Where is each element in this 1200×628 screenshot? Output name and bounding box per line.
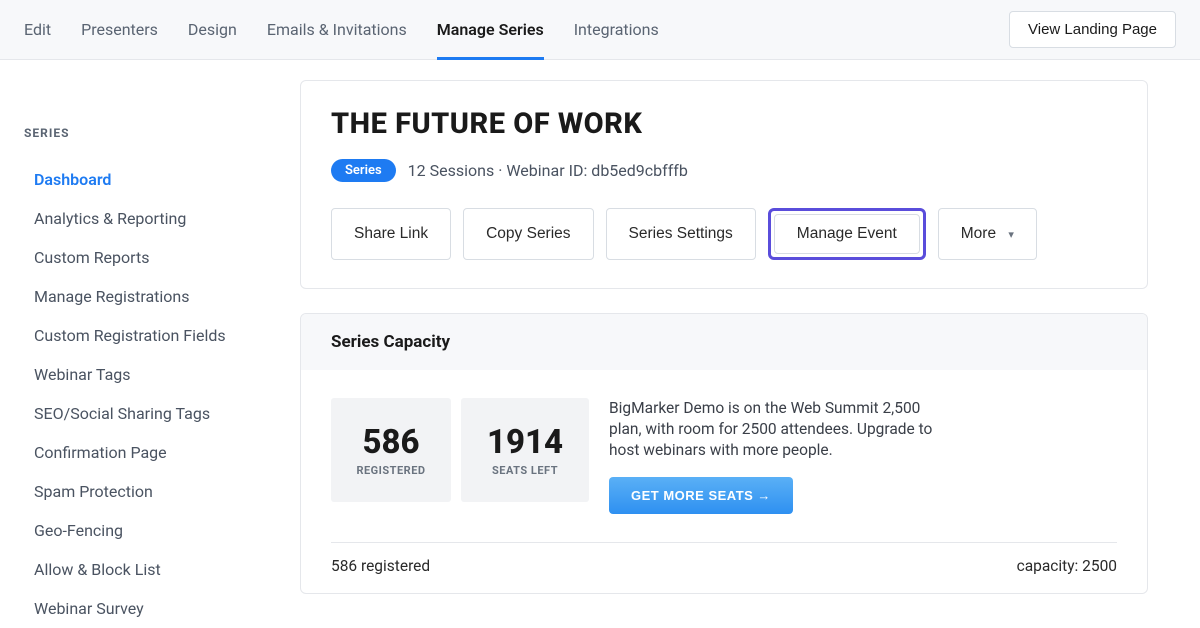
series-capacity-card: Series Capacity 586 REGISTERED 1914 SEAT…	[300, 313, 1148, 594]
sidebar: SERIES Dashboard Analytics & Reporting C…	[0, 80, 300, 628]
tab-manage-series[interactable]: Manage Series	[437, 0, 544, 60]
main-content: THE FUTURE OF WORK Series 12 Sessions · …	[300, 80, 1200, 628]
registered-count: 586	[362, 423, 419, 462]
more-button[interactable]: More ▾	[938, 208, 1037, 260]
tab-integrations[interactable]: Integrations	[574, 0, 659, 60]
footer-capacity: capacity: 2500	[1017, 557, 1117, 575]
capacity-row: 586 REGISTERED 1914 SEATS LEFT BigMarker…	[331, 398, 1117, 514]
tab-edit[interactable]: Edit	[24, 0, 51, 60]
tab-presenters[interactable]: Presenters	[81, 0, 158, 60]
sidebar-item-seo-sharing-tags[interactable]: SEO/Social Sharing Tags	[24, 394, 276, 433]
sidebar-item-spam-protection[interactable]: Spam Protection	[24, 472, 276, 511]
sidebar-item-analytics[interactable]: Analytics & Reporting	[24, 199, 276, 238]
sidebar-item-confirmation-page[interactable]: Confirmation Page	[24, 433, 276, 472]
tab-design[interactable]: Design	[188, 0, 237, 60]
chevron-down-icon: ▾	[1008, 229, 1014, 241]
top-tabs: Edit Presenters Design Emails & Invitati…	[24, 0, 1009, 60]
registered-label: REGISTERED	[356, 464, 425, 477]
manage-event-highlight: Manage Event	[768, 208, 926, 260]
sidebar-item-dashboard[interactable]: Dashboard	[24, 160, 276, 199]
sidebar-item-webinar-tags[interactable]: Webinar Tags	[24, 355, 276, 394]
series-capacity-heading: Series Capacity	[301, 314, 1147, 370]
series-title: THE FUTURE OF WORK	[331, 107, 1117, 141]
capacity-text-column: BigMarker Demo is on the Web Summit 2,50…	[599, 398, 1117, 514]
sidebar-list: Dashboard Analytics & Reporting Custom R…	[24, 160, 276, 628]
series-settings-button[interactable]: Series Settings	[606, 208, 756, 260]
copy-series-button[interactable]: Copy Series	[463, 208, 593, 260]
capacity-footer: 586 registered capacity: 2500	[331, 557, 1117, 575]
more-label: More	[961, 225, 996, 242]
capacity-description: BigMarker Demo is on the Web Summit 2,50…	[609, 398, 939, 461]
registered-tile: 586 REGISTERED	[331, 398, 451, 502]
seats-left-count: 1914	[487, 423, 563, 462]
top-nav: Edit Presenters Design Emails & Invitati…	[0, 0, 1200, 60]
sidebar-item-geo-fencing[interactable]: Geo-Fencing	[24, 511, 276, 550]
view-landing-page-button[interactable]: View Landing Page	[1009, 11, 1176, 48]
seats-left-tile: 1914 SEATS LEFT	[461, 398, 589, 502]
sidebar-item-custom-reports[interactable]: Custom Reports	[24, 238, 276, 277]
sidebar-heading: SERIES	[24, 126, 276, 140]
series-meta-row: Series 12 Sessions · Webinar ID: db5ed9c…	[331, 159, 1117, 182]
capacity-divider	[331, 542, 1117, 543]
series-pill: Series	[331, 159, 396, 182]
get-more-seats-button[interactable]: GET MORE SEATS →	[609, 477, 793, 514]
sidebar-item-webinar-survey[interactable]: Webinar Survey	[24, 589, 276, 628]
series-meta-text: 12 Sessions · Webinar ID: db5ed9cbfffb	[408, 161, 688, 180]
sidebar-item-custom-registration-fields[interactable]: Custom Registration Fields	[24, 316, 276, 355]
manage-event-button[interactable]: Manage Event	[774, 214, 920, 254]
sidebar-item-allow-block-list[interactable]: Allow & Block List	[24, 550, 276, 589]
series-actions: Share Link Copy Series Series Settings M…	[331, 208, 1117, 260]
seats-left-label: SEATS LEFT	[492, 464, 558, 477]
footer-registered: 586 registered	[331, 557, 430, 575]
series-header-card: THE FUTURE OF WORK Series 12 Sessions · …	[300, 80, 1148, 289]
sidebar-item-manage-registrations[interactable]: Manage Registrations	[24, 277, 276, 316]
tab-emails-invitations[interactable]: Emails & Invitations	[267, 0, 407, 60]
share-link-button[interactable]: Share Link	[331, 208, 451, 260]
